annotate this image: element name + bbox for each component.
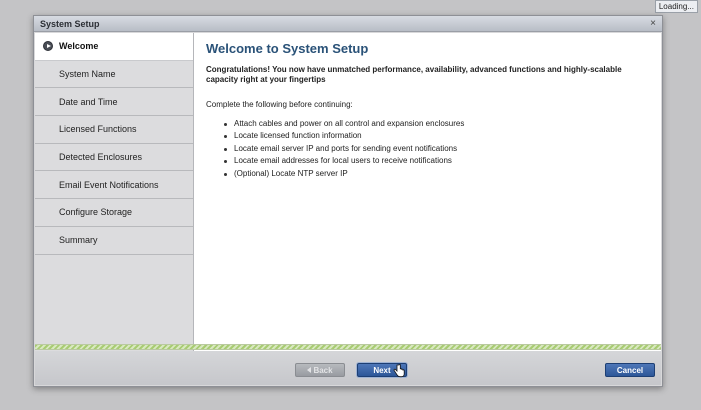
progress-stripe <box>35 344 661 350</box>
dialog-titlebar[interactable]: System Setup × <box>34 16 662 32</box>
sidebar-item-system-name[interactable]: System Name <box>35 61 193 89</box>
arrow-circle-icon <box>43 41 53 52</box>
sidebar-item-date-and-time[interactable]: Date and Time <box>35 88 193 117</box>
next-button-label: Next <box>373 365 391 375</box>
list-item: (Optional) Locate NTP server IP <box>224 168 649 180</box>
sidebar-item-detected-enclosures[interactable]: Detected Enclosures <box>35 144 193 172</box>
system-setup-dialog: System Setup × Welcome System Name Date … <box>33 15 663 387</box>
arrow-left-icon <box>307 367 312 373</box>
sidebar-item-label: Welcome <box>59 41 99 52</box>
back-button[interactable]: Back <box>295 363 345 377</box>
prerequisite-list: Attach cables and power on all control a… <box>224 118 649 180</box>
sidebar-item-label: System Name <box>59 69 116 80</box>
intro-text: Congratulations! You now have unmatched … <box>206 65 622 84</box>
list-item: Attach cables and power on all control a… <box>224 118 649 130</box>
sidebar-item-licensed-functions[interactable]: Licensed Functions <box>35 116 193 144</box>
welcome-panel: Welcome to System Setup Congratulations!… <box>194 33 661 360</box>
cancel-button[interactable]: Cancel <box>605 363 655 377</box>
sidebar-item-label: Licensed Functions <box>59 124 137 135</box>
wizard-sidebar: Welcome System Name Date and Time Licens… <box>35 33 194 360</box>
instructions-text: Complete the following before continuing… <box>206 100 353 109</box>
sidebar-item-label: Email Event Notifications <box>59 179 159 190</box>
hand-cursor-icon <box>393 364 405 378</box>
sidebar-item-summary[interactable]: Summary <box>35 227 193 255</box>
dialog-footer: Back Next Cancel <box>35 351 661 385</box>
close-icon[interactable]: × <box>650 18 656 29</box>
list-item: Locate licensed function information <box>224 130 649 142</box>
loading-indicator: Loading... <box>654 0 698 13</box>
sidebar-item-label: Summary <box>59 235 98 246</box>
dialog-title: System Setup <box>40 18 100 29</box>
sidebar-item-label: Date and Time <box>59 96 118 107</box>
back-button-label: Back <box>313 365 333 375</box>
sidebar-item-welcome[interactable]: Welcome <box>35 33 193 61</box>
sidebar-item-configure-storage[interactable]: Configure Storage <box>35 199 193 227</box>
sidebar-item-label: Configure Storage <box>59 207 133 218</box>
sidebar-item-email-event-notifications[interactable]: Email Event Notifications <box>35 171 193 200</box>
dialog-content: Welcome System Name Date and Time Licens… <box>35 33 661 360</box>
page-title: Welcome to System Setup <box>206 41 369 56</box>
list-item: Locate email server IP and ports for sen… <box>224 143 649 155</box>
cancel-button-label: Cancel <box>616 365 644 375</box>
list-item: Locate email addresses for local users t… <box>224 155 649 167</box>
sidebar-item-label: Detected Enclosures <box>59 152 143 163</box>
